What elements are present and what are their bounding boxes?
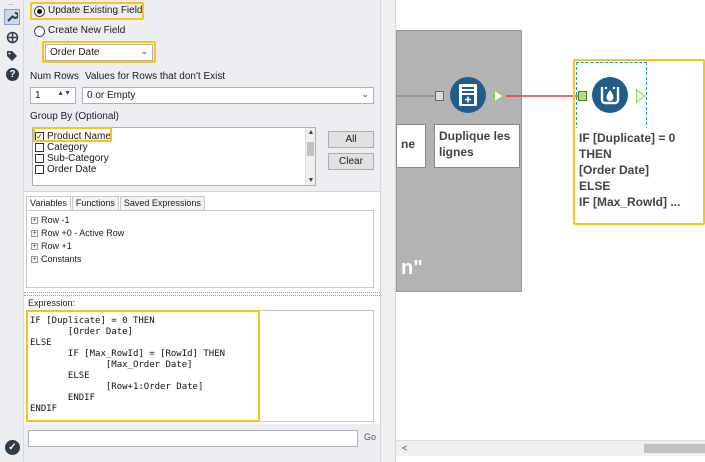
- field-select-value: Order Date: [50, 47, 100, 58]
- scroll-thumb[interactable]: [307, 142, 314, 156]
- group-by-label: Group By (Optional): [30, 111, 119, 122]
- multirow-settings: Update Existing Field Create New Field O…: [24, 0, 380, 192]
- tab-saved-expressions[interactable]: Saved Expressions: [119, 196, 205, 210]
- panel-splitter[interactable]: [24, 292, 380, 296]
- input-anchor[interactable]: [578, 91, 587, 101]
- tree-item[interactable]: + Row +0 - Active Row: [31, 227, 373, 240]
- go-button[interactable]: Go: [364, 432, 376, 442]
- tab-functions[interactable]: Functions: [71, 196, 119, 210]
- multirow-formula-label: IF [Duplicate] = 0 THEN [Order Date] ELS…: [576, 128, 702, 222]
- rail-dots-icon: ···: [8, 0, 14, 9]
- list-scrollbar[interactable]: ▲ ▼: [305, 128, 315, 185]
- generate-rows-tool[interactable]: [450, 77, 486, 113]
- expression-label: Expression:: [28, 298, 76, 308]
- chevron-down-icon: ⌄: [361, 89, 369, 99]
- update-existing-radio[interactable]: [34, 6, 45, 17]
- tab-variables[interactable]: Variables: [26, 196, 71, 210]
- values-select-value: 0 or Empty: [87, 90, 136, 101]
- multirow-formula-icon: [600, 86, 620, 105]
- left-tool-label: ne: [396, 124, 426, 168]
- num-rows-label: Num Rows: [30, 71, 79, 82]
- highlight-product-name: [33, 127, 112, 142]
- all-button[interactable]: All: [328, 131, 374, 148]
- scroll-up-icon[interactable]: ▲: [306, 129, 316, 136]
- configuration-panel: Update Existing Field Create New Field O…: [24, 0, 380, 462]
- tree-item[interactable]: + Row +1: [31, 240, 373, 253]
- variables-tree: + Row -1 + Row +0 - Active Row + Row +1 + Co…: [26, 210, 374, 288]
- generate-rows-icon: [459, 84, 477, 106]
- output-anchor-inner: [637, 91, 644, 101]
- expand-icon[interactable]: +: [31, 230, 38, 237]
- expand-icon[interactable]: +: [31, 256, 38, 263]
- clear-button[interactable]: Clear: [328, 153, 374, 170]
- scroll-left-icon[interactable]: <: [402, 443, 407, 453]
- list-item[interactable]: Order Date: [33, 164, 315, 175]
- field-select[interactable]: Order Date ⌄: [45, 44, 153, 61]
- check-icon[interactable]: ✓: [5, 440, 20, 455]
- values-label: Values for Rows that don't Exist: [85, 71, 226, 82]
- wrench-icon[interactable]: [4, 9, 20, 25]
- tool-config-rail: ··· ? ✓: [0, 0, 24, 462]
- multirow-formula-tool[interactable]: [592, 77, 628, 113]
- create-new-label: Create New Field: [48, 25, 126, 36]
- output-anchor-inner: [495, 91, 502, 101]
- scroll-thumb[interactable]: [644, 444, 705, 453]
- list-item[interactable]: Sub-Category: [33, 153, 315, 164]
- highlight-expression: [26, 310, 260, 422]
- workflow-canvas[interactable]: n" ne Duplique les lignes IF [Duplicate]…: [396, 0, 705, 462]
- help-icon[interactable]: ?: [6, 68, 19, 81]
- values-select[interactable]: 0 or Empty ⌄: [82, 87, 374, 104]
- expand-icon[interactable]: +: [31, 217, 38, 224]
- num-rows-value: 1: [35, 90, 41, 101]
- panel-divider[interactable]: [380, 0, 396, 462]
- chevron-down-icon: ⌄: [140, 46, 148, 56]
- create-new-radio[interactable]: [34, 26, 45, 37]
- expression-bottom-bar: Go: [24, 424, 380, 462]
- generate-rows-label: Duplique les lignes: [434, 124, 520, 168]
- list-item[interactable]: Category: [33, 142, 315, 153]
- stepper-arrows-icon[interactable]: ▲▼: [57, 90, 71, 97]
- checkbox[interactable]: [35, 165, 44, 174]
- tree-item[interactable]: + Row -1: [31, 214, 373, 227]
- num-rows-stepper[interactable]: 1 ▲▼: [30, 87, 76, 104]
- tag-icon[interactable]: [4, 48, 20, 64]
- checkbox[interactable]: [35, 154, 44, 163]
- input-anchor[interactable]: [435, 91, 444, 101]
- update-existing-label: Update Existing Field: [48, 5, 143, 16]
- expression-tabs: Variables Functions Saved Expressions: [26, 196, 206, 210]
- scroll-down-icon[interactable]: ▼: [306, 177, 316, 184]
- tree-item[interactable]: + Constants: [31, 253, 373, 266]
- connections-icon[interactable]: [4, 29, 20, 45]
- canvas-horizontal-scrollbar[interactable]: <: [396, 440, 705, 456]
- checkbox[interactable]: [35, 143, 44, 152]
- expand-icon[interactable]: +: [31, 243, 38, 250]
- go-input[interactable]: [28, 430, 358, 447]
